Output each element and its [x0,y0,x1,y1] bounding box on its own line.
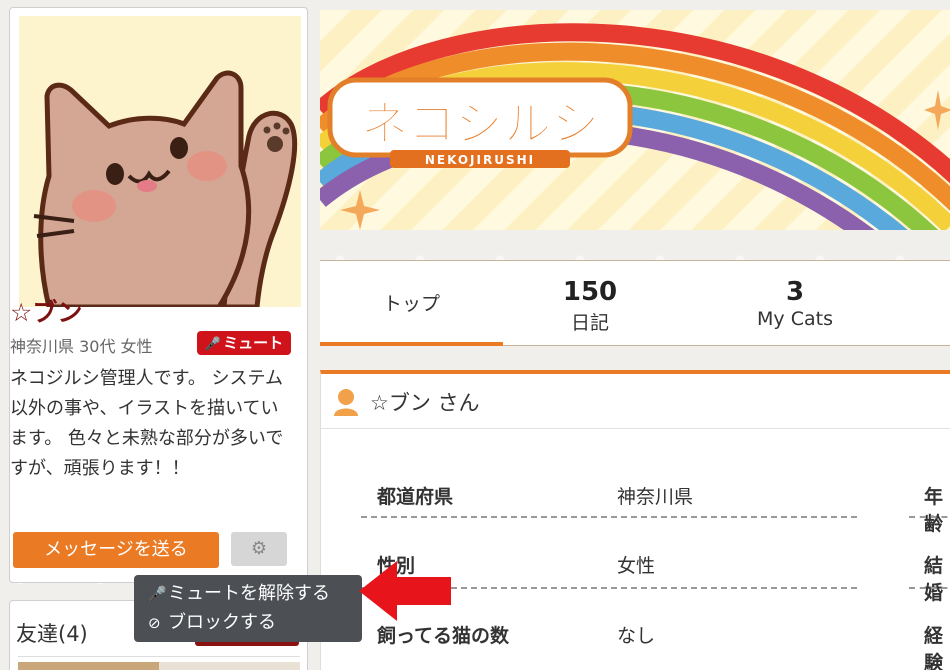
unmute-menu-item[interactable]: 🎤ミュートを解除する [148,579,362,608]
avatar [19,16,301,307]
mute-badge[interactable]: 🎤 ミュート [197,331,291,355]
settings-dropdown-menu: 🎤ミュートを解除する ⊘ ブロックする [134,575,362,642]
label-age: 年齢 [924,486,944,535]
tab-top[interactable]: トップ [320,261,503,346]
label-experience: 経験 [924,625,944,670]
divider [909,516,950,518]
divider [909,587,950,589]
info-header: ☆ブン さん [321,374,950,429]
profile-info-panel: ☆ブン さん 都道府県 神奈川県 年齢 性別 女性 結婚 飼ってる猫の数 なし … [320,370,950,670]
value-prefecture: 神奈川県 [617,486,694,508]
tab-top-label: トップ [382,293,440,315]
label-cat-count: 飼ってる猫の数 [377,625,510,647]
block-icon: ⊘ [148,614,161,632]
block-menu-item[interactable]: ⊘ ブロックする [148,608,362,637]
banner: ネコジルシ NEKOJIRUSHI [320,10,950,230]
user-icon [334,389,358,416]
active-tab-indicator [320,342,503,346]
friends-title: 友達(4) [16,622,88,646]
diary-count: 150 [562,277,618,307]
logo-subtext: NEKOJIRUSHI [425,153,535,167]
value-gender: 女性 [617,555,656,577]
diary-label: 日記 [570,312,609,334]
mic-off-icon: 🎤 [204,337,222,352]
send-message-button[interactable]: メッセージを送る [13,532,219,568]
label-marriage: 結婚 [924,555,944,604]
value-cat-count: なし [617,625,656,647]
unmute-label: ミュートを解除する [168,583,330,604]
info-title: ☆ブン さん [370,391,480,415]
cats-label: My Cats [757,308,833,330]
divider [361,516,857,518]
mute-badge-label: ミュート [223,334,284,352]
profile-bio: ネコジルシ管理人です。 システム以外の事や、イラストを描いています。 色々と未熟… [10,368,284,479]
friends-photos[interactable] [18,662,300,670]
profile-name: ☆ブン [10,298,83,327]
tab-my-cats[interactable]: 3 My Cats [725,261,865,345]
mic-off-icon: 🎤 [148,585,167,603]
profile-tabs: トップ 150 日記 3 My Cats [320,260,950,346]
divider [18,656,300,657]
cats-count: 3 [785,277,805,307]
gear-icon: ⚙ [250,538,268,559]
block-label: ブロックする [168,612,276,633]
red-arrow-icon [359,561,451,621]
logo-text: ネコジルシ [360,96,599,152]
settings-button[interactable]: ⚙ [231,532,287,566]
label-prefecture: 都道府県 [377,486,454,508]
tab-diary[interactable]: 150 日記 [520,261,660,345]
profile-meta: 神奈川県 30代 女性 [10,337,153,356]
